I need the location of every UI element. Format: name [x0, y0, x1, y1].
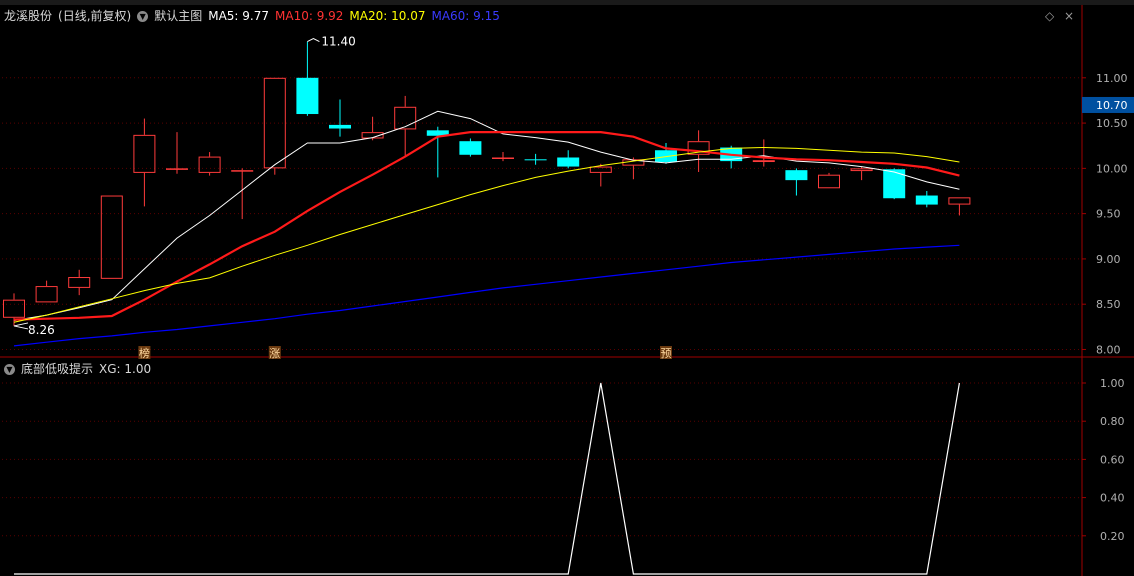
candle-body: [752, 160, 775, 163]
candle-body: [492, 157, 514, 159]
candle-body: [883, 169, 906, 199]
ma-line-ma10: [13, 131, 960, 321]
y-tick-label: 10.00: [1096, 162, 1128, 175]
candle-body: [296, 77, 319, 115]
sub-y-tick-label: 0.80: [1100, 415, 1125, 428]
sub-y-tick-label: 0.20: [1100, 530, 1125, 543]
y-tick-label: 9.50: [1096, 208, 1121, 221]
candle-body: [166, 168, 188, 170]
candle-body: [948, 197, 971, 205]
candle-body: [459, 141, 482, 155]
high-price-label: 11.40: [321, 35, 355, 49]
candle-body: [133, 134, 156, 173]
event-marker-label: 预: [661, 347, 672, 360]
candle-body: [198, 156, 221, 173]
ma-line-ma60: [13, 244, 960, 347]
kline-chart[interactable]: 11.00 10.50 10.00 9.50 9.00 8.50 8.00 11.40 8.26…: [0, 0, 1134, 576]
event-marker-label: 涨: [269, 347, 280, 360]
candle-body: [589, 166, 612, 173]
candle-body: [68, 277, 91, 288]
y-tick-label: 9.00: [1096, 253, 1121, 266]
candle-body: [35, 286, 58, 303]
candle-body: [915, 195, 938, 205]
y-tick-label: 10.50: [1096, 117, 1128, 130]
candle-body: [818, 174, 840, 189]
y-tick-label: 8.50: [1096, 298, 1121, 311]
high-marker-line: [307, 38, 320, 43]
candle-body: [850, 168, 873, 172]
current-price-label: 10.70: [1096, 99, 1128, 112]
event-marker-label: 榜: [139, 346, 150, 360]
sub-y-tick-label: 0.40: [1100, 492, 1125, 505]
candle-body: [3, 299, 25, 318]
candle-body: [100, 195, 123, 279]
low-marker-line: [13, 322, 29, 330]
ma-line-ma20: [13, 146, 960, 323]
candle-body: [785, 170, 808, 181]
sub-y-tick-label: 1.00: [1100, 377, 1125, 390]
ma-line-ma5: [13, 110, 960, 321]
candle-body: [329, 124, 351, 129]
candle-body: [524, 159, 547, 161]
xg-signal-line: [14, 382, 960, 575]
y-tick-label: 11.00: [1096, 72, 1128, 85]
low-price-label: 8.26: [28, 323, 55, 337]
candle-body: [557, 157, 580, 167]
candle-body: [231, 170, 254, 172]
candle-body: [394, 106, 417, 130]
y-tick-label: 8.00: [1096, 343, 1121, 356]
sub-y-tick-label: 0.60: [1100, 453, 1125, 466]
